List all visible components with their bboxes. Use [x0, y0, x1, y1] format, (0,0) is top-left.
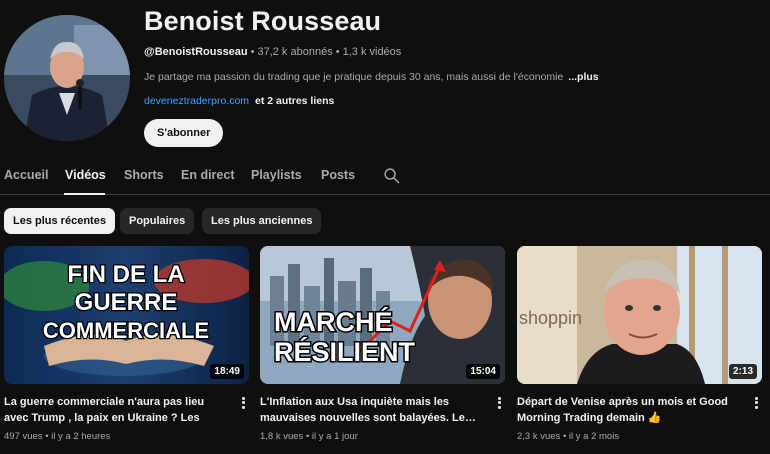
other-links-button[interactable]: et 2 autres liens — [255, 95, 334, 107]
avatar-image — [4, 15, 130, 141]
channel-page: Benoist Rousseau @BenoistRousseau • 37,2 k… — [0, 0, 770, 454]
view-count: 497 vues — [4, 431, 43, 442]
channel-links: deveneztraderpro.com et 2 autres liens — [144, 95, 334, 107]
tab-posts[interactable]: Posts — [321, 168, 355, 182]
thumbnail-image: shoppin — [517, 246, 762, 384]
upload-age: il y a 1 jour — [311, 431, 358, 442]
more-options-icon[interactable] — [750, 395, 762, 411]
channel-name: Benoist Rousseau — [144, 6, 382, 36]
tab-videos[interactable]: Vidéos — [65, 168, 106, 182]
thumb-text-line: COMMERCIALE — [43, 318, 209, 343]
video-card[interactable]: FIN DE LA GUERRE COMMERCIALE 18:49 La gu… — [4, 246, 249, 442]
chip-recent[interactable]: Les plus récentes — [4, 208, 115, 234]
description-text: Je partage ma passion du trading que je … — [144, 71, 564, 83]
subscriber-count: 37,2 k abonnés — [257, 46, 333, 58]
video-thumbnail[interactable]: MARCHÉ RÉSILIENT 15:04 — [260, 246, 505, 384]
video-meta: 1,8 k vues • il y a 1 jour — [260, 431, 358, 442]
video-title[interactable]: Départ de Venise après un mois et Good M… — [517, 394, 737, 426]
tab-en-direct[interactable]: En direct — [181, 168, 235, 182]
view-count: 1,8 k vues — [260, 431, 304, 442]
meta-separator: • — [250, 46, 255, 58]
subscribe-button[interactable]: S'abonner — [144, 119, 224, 147]
tab-shorts[interactable]: Shorts — [124, 168, 164, 182]
video-card[interactable]: shoppin 2:13 Départ de Venise après un m… — [517, 246, 762, 442]
channel-description[interactable]: Je partage ma passion du trading que je … — [144, 71, 644, 83]
chip-popular[interactable]: Populaires — [120, 208, 195, 234]
thumb-text-line: FIN DE LA — [67, 261, 184, 288]
video-card[interactable]: MARCHÉ RÉSILIENT 15:04 L'Inflation aux U… — [260, 246, 505, 442]
search-icon[interactable] — [383, 167, 400, 184]
upload-age: il y a 2 heures — [51, 431, 111, 442]
description-more-link[interactable]: ...plus — [568, 71, 598, 83]
channel-avatar[interactable] — [4, 15, 130, 141]
chip-oldest[interactable]: Les plus anciennes — [202, 208, 322, 234]
channel-meta: @BenoistRousseau • 37,2 k abonnés • 1,3 k vi… — [144, 46, 401, 58]
tab-playlists[interactable]: Playlists — [251, 168, 302, 182]
meta-separator: • — [335, 46, 340, 58]
video-thumbnail[interactable]: shoppin 2:13 — [517, 246, 762, 384]
video-duration: 18:49 — [210, 364, 244, 379]
thumb-text-line: RÉSILIENT — [274, 336, 416, 367]
video-duration: 2:13 — [728, 364, 757, 379]
meta-separator: • — [45, 431, 49, 442]
video-duration: 15:04 — [466, 364, 500, 379]
tab-accueil[interactable]: Accueil — [4, 168, 48, 182]
video-title[interactable]: La guerre commerciale n'aura pas lieu av… — [4, 394, 224, 426]
video-meta: 2,3 k vues • il y a 2 mois — [517, 431, 619, 442]
video-title[interactable]: L'Inflation aux Usa inquiète mais les ma… — [260, 394, 480, 426]
meta-separator: • — [305, 431, 310, 442]
view-count: 2,3 k vues — [517, 431, 561, 442]
active-tab-indicator — [64, 193, 105, 195]
channel-handle: @BenoistRousseau — [144, 46, 248, 58]
thumb-text-line: GUERRE — [75, 289, 178, 316]
meta-separator: • — [562, 431, 567, 442]
thumb-text-line: shoppin — [519, 308, 582, 328]
video-count: 1,3 k vidéos — [342, 46, 402, 58]
video-meta: 497 vues • il y a 2 heures — [4, 431, 110, 442]
more-options-icon[interactable] — [237, 395, 249, 411]
upload-age: il y a 2 mois — [568, 431, 620, 442]
video-thumbnail[interactable]: FIN DE LA GUERRE COMMERCIALE 18:49 — [4, 246, 249, 384]
channel-website-link[interactable]: deveneztraderpro.com — [144, 95, 249, 107]
more-options-icon[interactable] — [493, 395, 505, 411]
thumb-text-line: MARCHÉ — [274, 306, 393, 337]
